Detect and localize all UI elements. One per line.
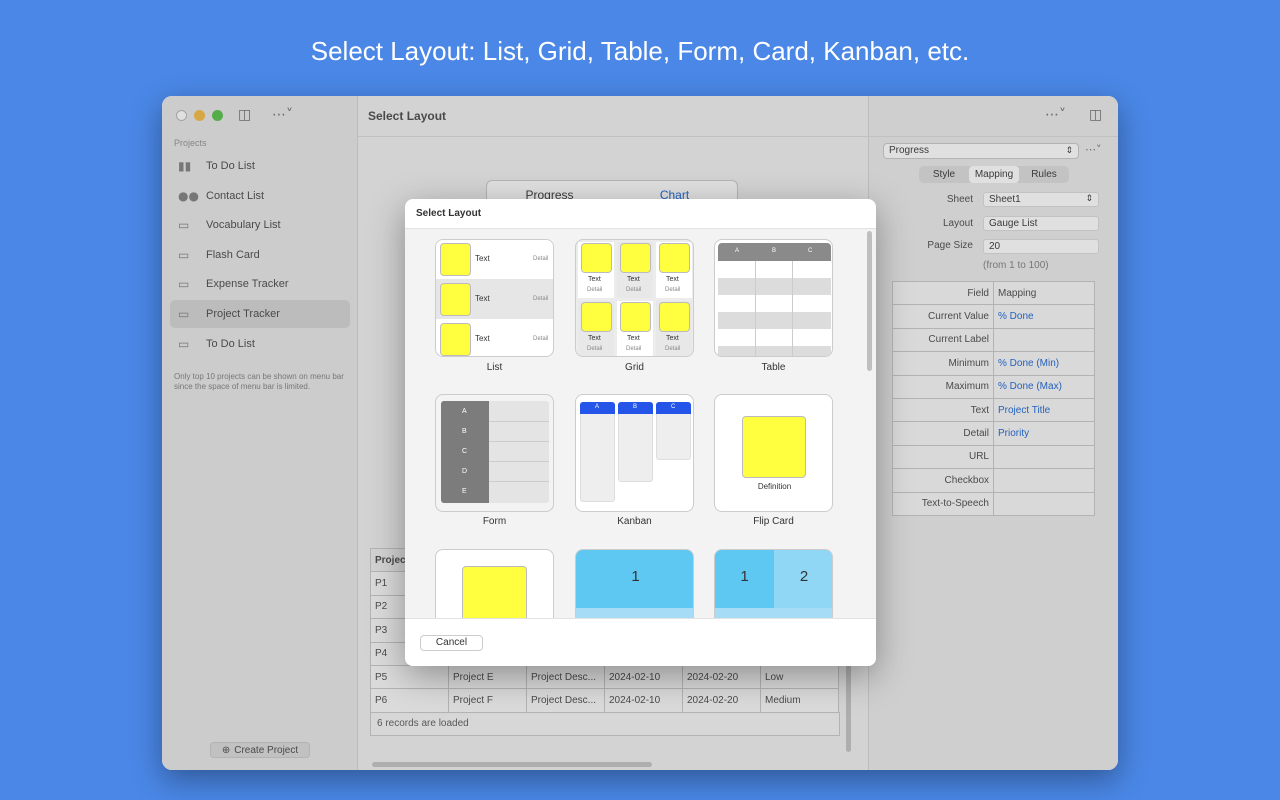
layout-gallery: Text Detail Text Detail Text Detail List… (405, 229, 876, 618)
grid-thumb-text: Text (588, 276, 601, 283)
kanban-thumb-col: B (633, 404, 638, 410)
grid-thumb-image (620, 243, 651, 273)
dialog-title: Select Layout (416, 208, 482, 219)
grid-thumb-text: Text (588, 335, 601, 342)
layout-tile-list[interactable]: Text Detail Text Detail Text Detail (435, 239, 554, 357)
layout-label-form: Form (482, 516, 507, 527)
headline: Select Layout: List, Grid, Table, Form, … (310, 36, 970, 66)
layout-tile-grid[interactable]: Text Text Text Detail Detail Detail Text… (575, 239, 694, 357)
layout-label-flip-card: Flip Card (753, 516, 794, 527)
layout-tile-flip-card[interactable]: Definition (714, 394, 833, 512)
flip-card-thumb-text: Definition (757, 482, 792, 491)
list-thumb-text: Text (475, 334, 490, 343)
list-thumb-image (440, 283, 471, 316)
list-thumb-detail: Detail (533, 336, 549, 342)
list-thumb-image (440, 243, 471, 276)
form-thumb-label: E (462, 488, 467, 495)
grid-thumb-detail: Detail (587, 287, 603, 293)
table-thumb-col: A (735, 248, 740, 254)
form-thumb-label: B (462, 428, 467, 435)
kanban-thumb-col: A (595, 404, 600, 410)
grid-thumb-text: Text (627, 276, 640, 283)
grid-thumb-image (659, 302, 690, 332)
grid-thumb-image (659, 243, 690, 273)
card-thumb-image (462, 566, 527, 618)
number-thumb-text: 1 (631, 568, 640, 585)
form-thumb-label: C (462, 448, 468, 455)
kanban-thumb-col: C (671, 404, 676, 410)
grid-thumb-image (620, 302, 651, 332)
grid-thumb-detail: Detail (587, 346, 603, 352)
list-thumb-detail: Detail (533, 256, 549, 262)
layout-tile-single-number[interactable]: 1 (575, 549, 694, 618)
grid-thumb-detail: Detail (665, 346, 681, 352)
dialog-footer: Cancel (405, 618, 876, 666)
select-layout-dialog: Select Layout Text Detail Text Detail Te… (405, 199, 876, 666)
grid-thumb-text: Text (627, 335, 640, 342)
flip-card-thumb-image (742, 416, 806, 478)
form-thumb-label: D (462, 468, 468, 475)
grid-thumb-detail: Detail (665, 287, 681, 293)
number-thumb-text: 1 (740, 568, 749, 585)
layout-tile-form[interactable]: A B C D E (435, 394, 554, 512)
layout-label-table: Table (761, 362, 786, 373)
grid-thumb-text: Text (666, 276, 679, 283)
layout-tile-kanban[interactable]: A B C (575, 394, 694, 512)
cancel-button[interactable]: Cancel (420, 635, 483, 651)
number-thumb-text-2: 2 (799, 568, 809, 585)
grid-thumb-text: Text (666, 335, 679, 342)
layout-label-kanban: Kanban (617, 516, 652, 527)
grid-thumb-image (581, 302, 612, 332)
list-thumb-detail: Detail (533, 296, 549, 302)
layout-tile-double-number[interactable]: 1 2 (714, 549, 833, 618)
table-thumb-col: C (808, 248, 813, 254)
layout-label-list: List (486, 362, 503, 373)
grid-thumb-detail: Detail (626, 346, 642, 352)
list-thumb-text: Text (475, 254, 490, 263)
list-thumb-image (440, 323, 471, 356)
dialog-scrollbar[interactable] (867, 231, 872, 371)
table-thumb-col: B (772, 248, 777, 254)
list-thumb-text: Text (475, 294, 490, 303)
layout-tile-card[interactable] (435, 549, 554, 618)
layout-tile-table[interactable]: A B C (714, 239, 833, 357)
form-thumb-label: A (462, 408, 467, 415)
layout-label-grid: Grid (625, 362, 644, 373)
grid-thumb-detail: Detail (626, 287, 642, 293)
grid-thumb-image (581, 243, 612, 273)
